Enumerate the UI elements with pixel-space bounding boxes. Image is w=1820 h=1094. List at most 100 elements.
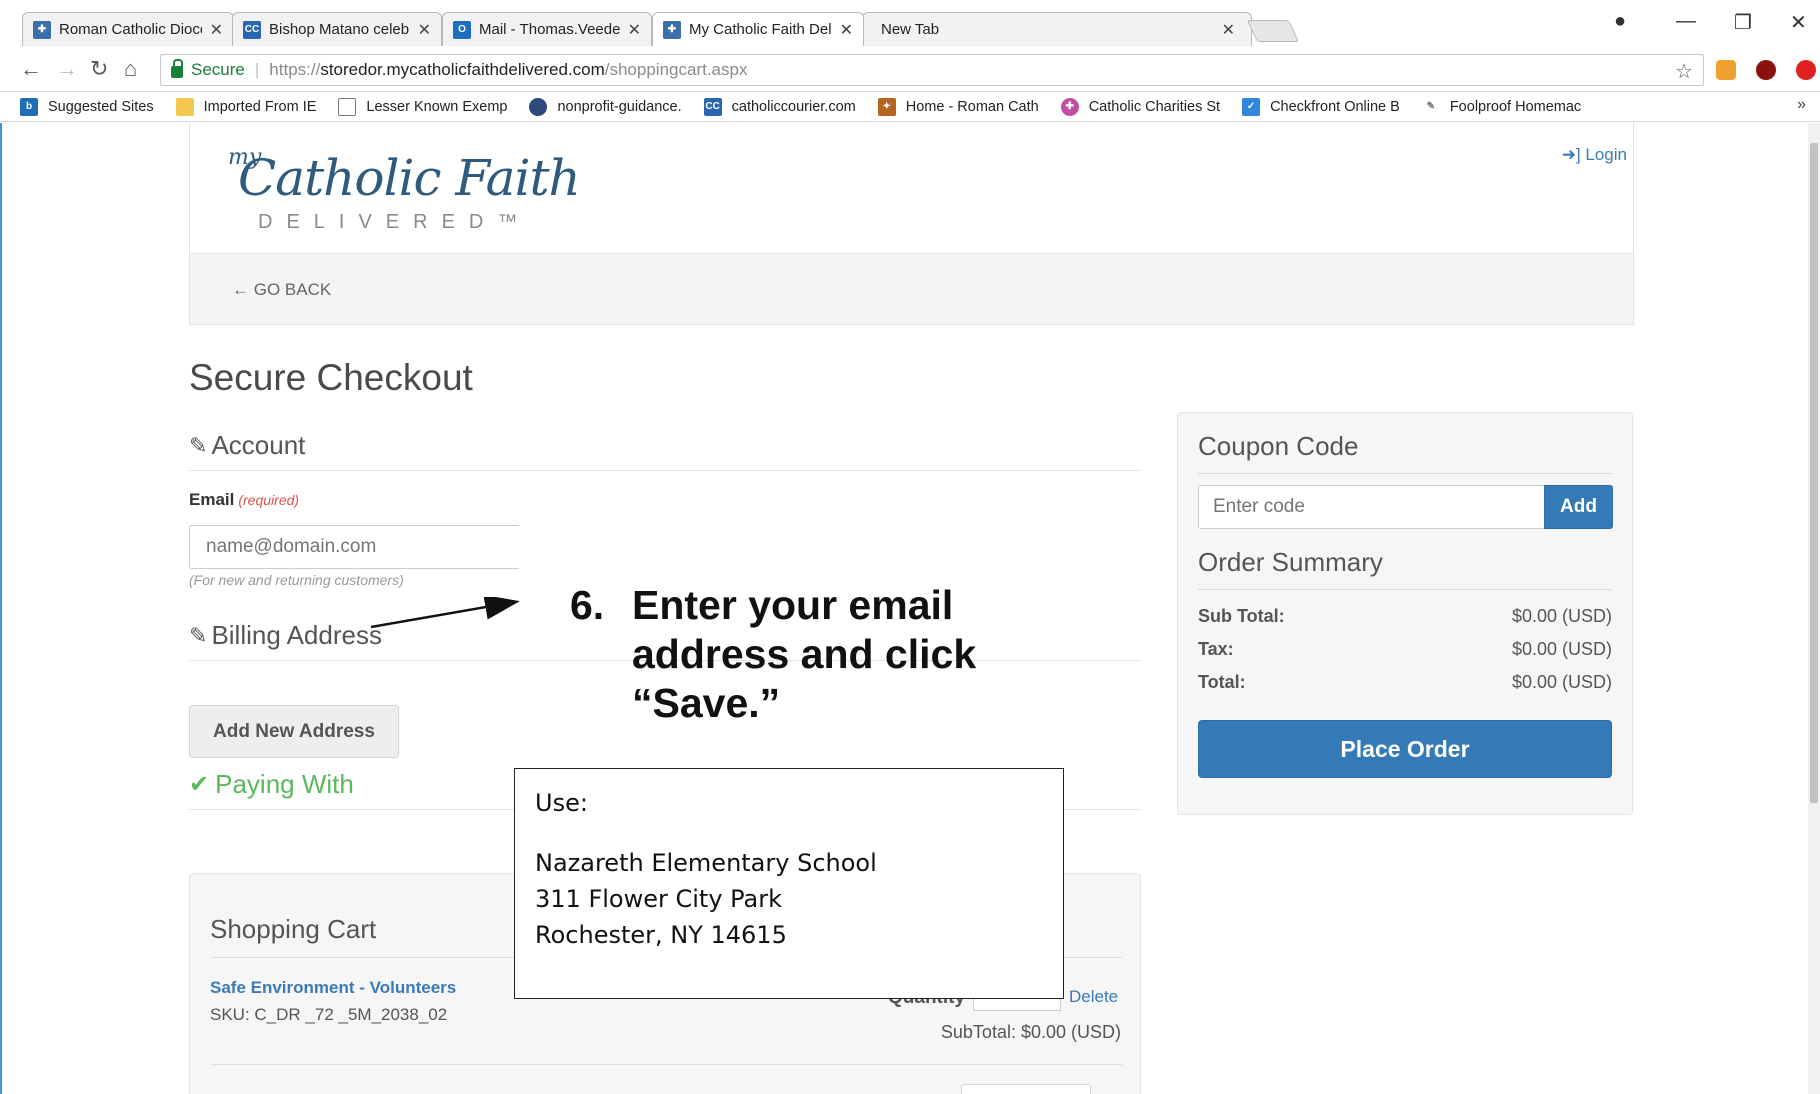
scrollbar-thumb[interactable] [1810,143,1818,803]
extension-red-icon[interactable] [1796,60,1816,80]
cart-item-name-link[interactable]: Safe Environment - Volunteers [210,978,456,998]
total-row: Total: $0.00 (USD) [1198,672,1612,693]
subtotal-label: Sub Total: [1198,606,1285,626]
back-arrow-icon[interactable]: ← [20,56,42,82]
ublock-shield-icon[interactable] [1756,60,1776,80]
coupon-code-field[interactable] [1198,485,1546,529]
divider [210,1064,1122,1065]
use-label: Use: [535,789,588,817]
bookmark-item[interactable]: ✎ Foolproof Homemac [1421,97,1582,116]
tab-title: New Tab [881,21,940,38]
globe-icon [529,97,548,116]
bookmark-item[interactable]: b Suggested Sites [20,97,154,116]
add-new-address-button[interactable]: Add New Address [189,705,399,758]
billing-heading: ✎ Billing Address [189,620,382,651]
close-tab-icon[interactable]: ✕ [210,20,223,40]
callout-line-2: address and click [632,631,977,677]
address-bar[interactable]: Secure | https:// storedor.mycatholicfai… [160,54,1704,86]
browser-toolbar: ← → ↻ ⌂ Secure | https:// storedor.mycat… [0,48,1820,92]
login-link[interactable]: ➜] Login [1562,145,1627,165]
coupon-code-title: Coupon Code [1198,431,1359,461]
address-line-2: 311 Flower City Park [535,885,783,913]
url-path: /shoppingcart.aspx [604,60,748,79]
close-window-icon[interactable]: ✕ [1790,10,1807,35]
url-scheme: https:// [269,60,321,79]
home-icon[interactable]: ⌂ [124,56,137,82]
tab-title: My Catholic Faith Deliver [689,21,832,38]
logo-main-text[interactable]: Catholic Faith [238,149,581,207]
tax-value: $0.00 (USD) [1511,639,1612,659]
bing-icon: b [20,97,38,116]
callout-line-3: “Save.” [632,680,781,726]
shopping-cart-title: Shopping Cart [210,914,377,944]
place-order-button[interactable]: Place Order [1198,720,1612,778]
vertical-scrollbar[interactable] [1808,123,1820,1094]
new-tab-button[interactable] [1246,20,1300,42]
bookmark-item[interactable]: Imported From IE [175,97,316,116]
page-title: Secure Checkout [189,357,473,398]
extension-r-icon[interactable] [1716,60,1736,80]
url-host: storedor.mycatholicfaithdelivered.com [320,60,605,79]
bookmarks-overflow-button[interactable]: » [1797,96,1806,114]
bookmark-label: Suggested Sites [48,98,154,115]
delete-item-link[interactable]: Delete [1069,987,1118,1007]
page-viewport: my Catholic Faith DELIVERED™ ➜] Login ← … [0,123,1820,1094]
tab-title: Roman Catholic Diocese [59,21,202,38]
bookmark-label: Foolproof Homemac [1449,98,1582,115]
browser-tab[interactable]: ✚ Roman Catholic Diocese ✕ [22,12,234,46]
close-tab-icon[interactable]: ✕ [418,20,431,40]
address-line-3: Rochester, NY 14615 [535,921,787,949]
diocese-favicon-icon: ✚ [33,20,51,39]
close-tab-icon[interactable]: ✕ [840,20,853,40]
bookmark-label: Lesser Known Exemp [366,98,508,115]
forward-arrow-icon[interactable]: → [56,56,78,82]
close-tab-icon[interactable]: ✕ [1222,20,1235,40]
divider [1198,589,1612,590]
cart-action-button[interactable] [961,1084,1091,1094]
bookmarks-bar: b Suggested Sites Imported From IE Lesse… [0,92,1820,122]
diocese-favicon-icon: ✚ [663,20,681,39]
email-field[interactable] [189,525,519,569]
bookmark-item[interactable]: Lesser Known Exemp [338,97,508,116]
paying-with-heading: ✔ Paying With [189,769,354,800]
browser-tab[interactable]: New Tab ✕ [862,12,1252,46]
outlook-favicon-icon: O [453,20,471,39]
bookmark-label: Catholic Charities St [1088,98,1221,115]
catholic-charities-icon: ✚ [1060,97,1079,116]
profile-icon[interactable]: ● [1614,10,1626,33]
tax-row: Tax: $0.00 (USD) [1198,639,1612,660]
reload-icon[interactable]: ↻ [90,56,108,82]
annotation-callout: 6. Enter your email address and click “Sa… [570,581,976,728]
catholic-courier-favicon-icon: CC [243,20,261,39]
nav-strip: ← GO BACK [189,253,1634,325]
diocese-crest-icon: ✦ [877,97,896,116]
bookmark-item[interactable]: nonprofit-guidance. [529,97,682,116]
tax-label: Tax: [1198,639,1234,659]
order-summary-panel: Coupon Code Add Order Summary Sub Total:… [1177,412,1633,815]
bookmark-item[interactable]: ✚ Catholic Charities St [1060,97,1221,116]
minimize-icon[interactable]: — [1676,10,1696,33]
divider [189,470,1141,471]
browser-tab[interactable]: O Mail - Thomas.Veeder@d ✕ [442,12,652,46]
browser-tab[interactable]: CC Bishop Matano celebrate ✕ [232,12,442,46]
restore-icon[interactable]: ❐ [1734,10,1752,35]
cart-item-sku: SKU: C_DR _72 _5M_2038_02 [210,1005,448,1024]
checkmark-icon: ✓ [1242,97,1261,116]
sign-in-icon: ➜] [1561,145,1581,164]
browser-tab-active[interactable]: ✚ My Catholic Faith Deliver ✕ [652,12,864,46]
add-coupon-button[interactable]: Add [1544,485,1613,529]
callout-line-1: Enter your email [632,582,954,628]
bookmark-star-icon[interactable]: ☆ [1675,59,1693,84]
order-summary-title: Order Summary [1198,547,1383,577]
go-back-link[interactable]: ← GO BACK [232,280,331,300]
bookmark-item[interactable]: CC catholiccourier.com [703,97,856,116]
address-line-1: Nazareth Elementary School [535,849,877,877]
tab-title: Mail - Thomas.Veeder@d [479,21,620,38]
step-number: 6. [570,582,605,628]
callout-line: 6. Enter your email [570,581,976,630]
total-value: $0.00 (USD) [1511,672,1612,692]
bookmark-item[interactable]: ✓ Checkfront Online B [1242,97,1400,116]
bookmark-item[interactable]: ✦ Home - Roman Cath [877,97,1039,116]
close-tab-icon[interactable]: ✕ [628,20,641,40]
